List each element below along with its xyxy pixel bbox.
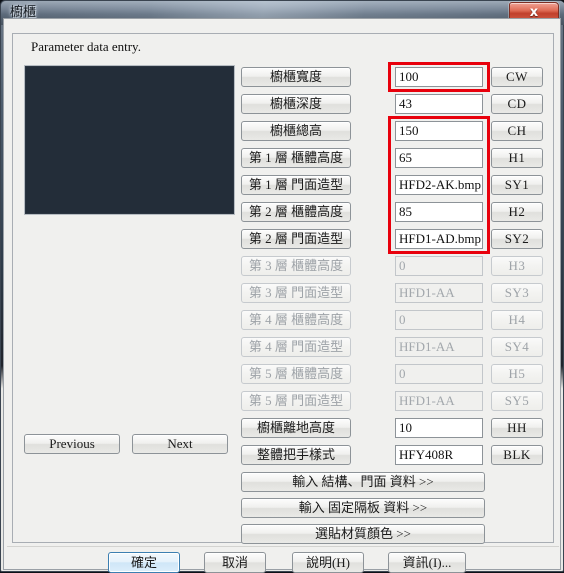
parameter-value-input[interactable]: HFY408R xyxy=(395,445,483,465)
parameter-value-input[interactable]: 10 xyxy=(395,418,483,438)
parameter-tag-button[interactable]: SY1 xyxy=(491,175,543,195)
parameter-value-input[interactable]: 100 xyxy=(395,67,483,87)
parameter-tag-button: H3 xyxy=(491,256,543,276)
input-fixed-shelf-data-button[interactable]: 輸入 固定隔板 資料 >> xyxy=(241,498,485,518)
parameter-label-button[interactable]: 第 1 層 櫃體高度 xyxy=(241,148,351,168)
parameter-value-input: 0 xyxy=(395,256,483,276)
dialog-client-area: Parameter data entry. 櫥櫃寬度 100 CW 櫥櫃深度 43 CD 櫥… xyxy=(3,18,561,573)
parameter-value-input: HFD1-AA xyxy=(395,283,483,303)
parameter-tag-button: H4 xyxy=(491,310,543,330)
group-box-legend: Parameter data entry. xyxy=(27,39,145,55)
parameter-label-button[interactable]: 第 2 層 門面造型 xyxy=(241,229,351,249)
parameter-tag-button[interactable]: H2 xyxy=(491,202,543,222)
parameter-label-button[interactable]: 第 1 層 門面造型 xyxy=(241,175,351,195)
parameter-tag-button[interactable]: HH xyxy=(491,418,543,438)
parameter-value-input: HFD1-AA xyxy=(395,391,483,411)
ok-button[interactable]: 確定 xyxy=(108,552,180,573)
next-button[interactable]: Next xyxy=(132,434,228,454)
parameter-label-button[interactable]: 櫥櫃深度 xyxy=(241,94,351,114)
help-button[interactable]: 說明(H) xyxy=(292,552,364,573)
previous-button[interactable]: Previous xyxy=(24,434,120,454)
parameter-tag-button[interactable]: BLK xyxy=(491,445,543,465)
parameter-value-input[interactable]: 65 xyxy=(395,148,483,168)
cabinet-preview xyxy=(24,65,235,215)
parameter-label-button[interactable]: 櫥櫃寬度 xyxy=(241,67,351,87)
info-button[interactable]: 資訊(I)... xyxy=(388,552,466,573)
parameter-value-input[interactable]: 43 xyxy=(395,94,483,114)
parameter-tag-button: SY3 xyxy=(491,283,543,303)
parameter-value-input: 0 xyxy=(395,364,483,384)
parameter-label-button: 第 5 層 櫃體高度 xyxy=(241,364,351,384)
parameter-value-input[interactable]: 150 xyxy=(395,121,483,141)
select-material-color-button[interactable]: 選貼材質顏色 >> xyxy=(241,524,485,544)
parameter-tag-button[interactable]: SY2 xyxy=(491,229,543,249)
parameter-tag-button: SY4 xyxy=(491,337,543,357)
dialog-window: 櫥櫃 x Parameter data entry. 櫥櫃寬度 100 CW 櫥櫃深度… xyxy=(0,0,564,573)
parameter-tag-button[interactable]: CH xyxy=(491,121,543,141)
parameter-label-button[interactable]: 整體把手樣式 xyxy=(241,445,351,465)
parameter-value-input[interactable]: HFD1-AD.bmp xyxy=(395,229,483,249)
parameter-label-button[interactable]: 櫥櫃總高 xyxy=(241,121,351,141)
parameter-value-input[interactable]: 85 xyxy=(395,202,483,222)
parameter-tag-button: H5 xyxy=(491,364,543,384)
cancel-button[interactable]: 取消 xyxy=(204,552,266,573)
parameter-label-button: 第 4 層 門面造型 xyxy=(241,337,351,357)
parameter-label-button: 第 5 層 門面造型 xyxy=(241,391,351,411)
parameter-label-button: 第 4 層 櫃體高度 xyxy=(241,310,351,330)
input-structure-door-data-button[interactable]: 輸入 結構、門面 資料 >> xyxy=(241,472,485,492)
parameter-label-button: 第 3 層 門面造型 xyxy=(241,283,351,303)
parameter-label-button: 第 3 層 櫃體高度 xyxy=(241,256,351,276)
footer-divider xyxy=(7,546,559,547)
parameter-value-input: 0 xyxy=(395,310,483,330)
parameter-value-input[interactable]: HFD2-AK.bmp xyxy=(395,175,483,195)
parameter-tag-button[interactable]: CD xyxy=(491,94,543,114)
parameter-label-button[interactable]: 櫥櫃離地高度 xyxy=(241,418,351,438)
parameter-value-input: HFD1-AA xyxy=(395,337,483,357)
parameter-label-button[interactable]: 第 2 層 櫃體高度 xyxy=(241,202,351,222)
parameter-tag-button: SY5 xyxy=(491,391,543,411)
parameter-tag-button[interactable]: H1 xyxy=(491,148,543,168)
parameter-tag-button[interactable]: CW xyxy=(491,67,543,87)
